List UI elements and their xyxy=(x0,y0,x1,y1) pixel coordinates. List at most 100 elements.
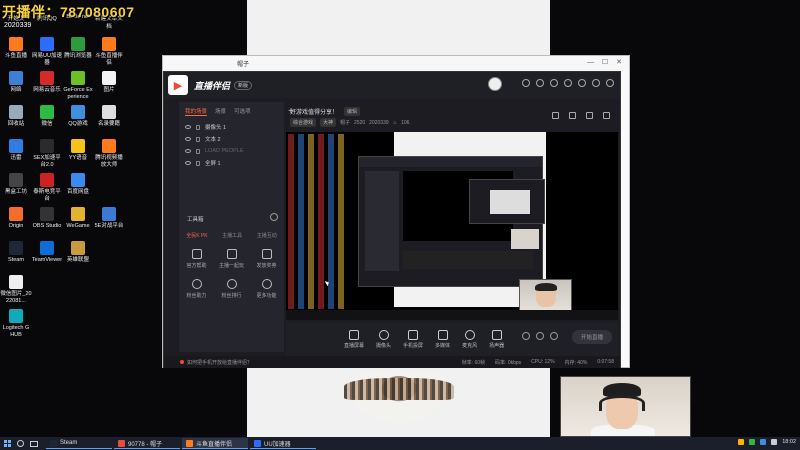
toolbar-button[interactable]: 扬声器 xyxy=(489,329,504,349)
record-icon[interactable] xyxy=(569,112,576,119)
window-controls[interactable]: — ☐ ✕ xyxy=(587,58,625,66)
tool-button[interactable]: 发放奖券 xyxy=(249,249,284,269)
tab-interaction[interactable]: 主播互动 xyxy=(257,232,277,239)
toolbar-button[interactable]: 多媒体 xyxy=(435,329,450,349)
desktop-icon[interactable]: WeGame xyxy=(62,207,94,230)
lock-icon[interactable] xyxy=(196,160,200,166)
tool-button[interactable]: 更多功能 xyxy=(249,279,284,299)
gear-icon[interactable] xyxy=(550,332,558,340)
tool-button[interactable]: 官方帮助 xyxy=(179,249,214,269)
desktop-icon[interactable]: 黑盒工坊 xyxy=(0,173,32,196)
desktop-icon[interactable]: 斗鱼直播 xyxy=(0,37,32,60)
search-icon[interactable] xyxy=(17,440,24,447)
start-live-button[interactable]: 开始直播 xyxy=(572,330,612,344)
desktop-icon[interactable]: 回收站 xyxy=(0,105,32,128)
desktop-icon[interactable]: 泰斯电竞平台 xyxy=(31,173,63,202)
desktop-icon[interactable]: OBS Studio xyxy=(31,207,63,230)
desktop-icon[interactable]: 图片 xyxy=(93,71,125,94)
tag-category[interactable]: 综合游戏 xyxy=(290,118,317,127)
desktop-icon[interactable]: SEX加速平台2.0 xyxy=(31,139,63,168)
tab-scenes[interactable]: 场景 xyxy=(215,107,226,116)
desktop-icon[interactable]: YY语音 xyxy=(62,139,94,162)
desktop-icon[interactable]: 网络 xyxy=(0,71,32,94)
tab-my-scenes[interactable]: 我的场景 xyxy=(185,107,208,116)
menu-icon[interactable] xyxy=(564,79,572,87)
minimize-icon[interactable] xyxy=(578,79,586,87)
eye-icon[interactable] xyxy=(185,137,191,141)
taskbar-app[interactable]: 斗鱼直播伴侣 xyxy=(182,438,248,449)
tool-button[interactable]: 粉丝助力 xyxy=(179,279,214,299)
toolbar-button[interactable]: 直播屏幕 xyxy=(344,329,364,349)
status-help-link[interactable]: 如何把手机开放给直播伴侣？ xyxy=(187,359,252,366)
more-options-icon[interactable] xyxy=(270,213,278,221)
desktop-icon[interactable]: 腾讯浏览器 xyxy=(62,37,94,60)
eye-icon[interactable] xyxy=(185,161,191,165)
lock-icon[interactable] xyxy=(196,124,200,130)
layer-item[interactable]: LOAD PEOPLE xyxy=(179,145,284,157)
message-icon[interactable] xyxy=(522,79,530,87)
tool-button[interactable]: 粉丝排行 xyxy=(214,279,249,299)
tab-streamer-tools[interactable]: 主播工具 xyxy=(222,232,242,239)
desktop-icon[interactable]: TeamViewer xyxy=(31,241,63,264)
layout-icon[interactable] xyxy=(586,112,593,119)
live-preview[interactable] xyxy=(286,132,618,320)
toolbar-button[interactable]: 摄像头 xyxy=(376,329,391,349)
desktop-icon[interactable]: Steam xyxy=(0,241,32,264)
close-icon[interactable] xyxy=(606,79,614,87)
clock[interactable]: 18:02 xyxy=(782,439,796,445)
desktop-icon[interactable]: 迅雷 xyxy=(0,139,32,162)
desktop-icon[interactable]: 名录要籍 xyxy=(93,105,125,128)
desktop-icon[interactable]: 英雄联盟 xyxy=(62,241,94,264)
volume-icon[interactable] xyxy=(771,439,778,445)
tool-button[interactable]: 主播一起玩 xyxy=(214,249,249,269)
desktop-icon-label: 斗鱼直播 xyxy=(4,53,27,59)
task-view-icon[interactable] xyxy=(30,440,38,447)
desktop-icon[interactable]: Logitech G HUB xyxy=(0,309,32,338)
desktop-icon[interactable]: GeForce Experience xyxy=(62,71,94,100)
layer-item[interactable]: 文本 2 xyxy=(179,133,284,145)
tab-pk[interactable]: 全民K PK xyxy=(186,232,207,239)
desktop-icon[interactable]: QQ游戏 xyxy=(62,105,94,128)
desktop-icon[interactable]: 腾讯视频播放大师 xyxy=(93,139,125,168)
desktop-icon[interactable]: 微信 xyxy=(31,105,63,128)
camera-settings-icon[interactable] xyxy=(522,332,530,340)
tray-wechat-icon[interactable] xyxy=(749,439,756,445)
desktop-icon[interactable]: 网易UU加速器 xyxy=(31,37,63,66)
eye-icon[interactable] xyxy=(185,149,191,153)
gift-icon[interactable] xyxy=(552,112,559,119)
toolbar-button[interactable]: 麦克风 xyxy=(462,329,477,349)
desktop-icon[interactable]: 5E对战平台 xyxy=(93,207,125,230)
tag-level[interactable]: 大神 xyxy=(320,118,337,127)
user-avatar[interactable] xyxy=(488,77,502,91)
desktop-icon-label: Steam xyxy=(8,257,24,263)
taskbar-app[interactable]: Steam xyxy=(46,438,112,449)
tray-app-icon[interactable] xyxy=(738,439,745,445)
tab-options[interactable]: 可选项 xyxy=(234,107,251,116)
layer-item[interactable]: 摄像头 1 xyxy=(179,121,284,133)
layer-item[interactable]: 全屏 1 xyxy=(179,157,284,169)
taskbar-app-icon xyxy=(186,439,193,447)
desktop-icon[interactable]: 斗鱼直播伴侣 xyxy=(93,37,125,66)
share-icon[interactable] xyxy=(603,112,610,119)
skin-icon[interactable] xyxy=(550,79,558,87)
desktop-icon[interactable]: 网易云音乐 xyxy=(31,71,63,94)
eye-icon[interactable] xyxy=(185,125,191,129)
desktop-icon[interactable]: Origin xyxy=(0,207,32,230)
lock-icon[interactable] xyxy=(196,136,200,142)
edit-title-button[interactable]: 编辑 xyxy=(344,107,361,116)
start-menu-icon[interactable] xyxy=(4,440,11,447)
lock-icon[interactable] xyxy=(196,148,200,154)
desktop-icon[interactable]: 微信图片_2022081... xyxy=(0,275,32,304)
desktop-icon[interactable]: 百度网盘 xyxy=(62,173,94,196)
version-badge[interactable]: 新版 xyxy=(234,80,253,90)
beauty-icon[interactable] xyxy=(536,332,544,340)
taskbar-app[interactable]: UU加速器 xyxy=(250,438,316,449)
taskbar-app[interactable]: 90778 - 帽子 xyxy=(114,438,180,449)
maximize-icon[interactable] xyxy=(592,79,600,87)
desktop: 开播伴：787080607 2020339 开始页 腾讯QQ Battle.net 新… xyxy=(0,0,800,437)
settings-icon[interactable] xyxy=(536,79,544,87)
tray-qq-icon[interactable] xyxy=(760,439,767,445)
app-icon xyxy=(9,139,23,153)
toolbar-button[interactable]: 手机投屏 xyxy=(403,329,423,349)
app-icon xyxy=(40,241,54,255)
